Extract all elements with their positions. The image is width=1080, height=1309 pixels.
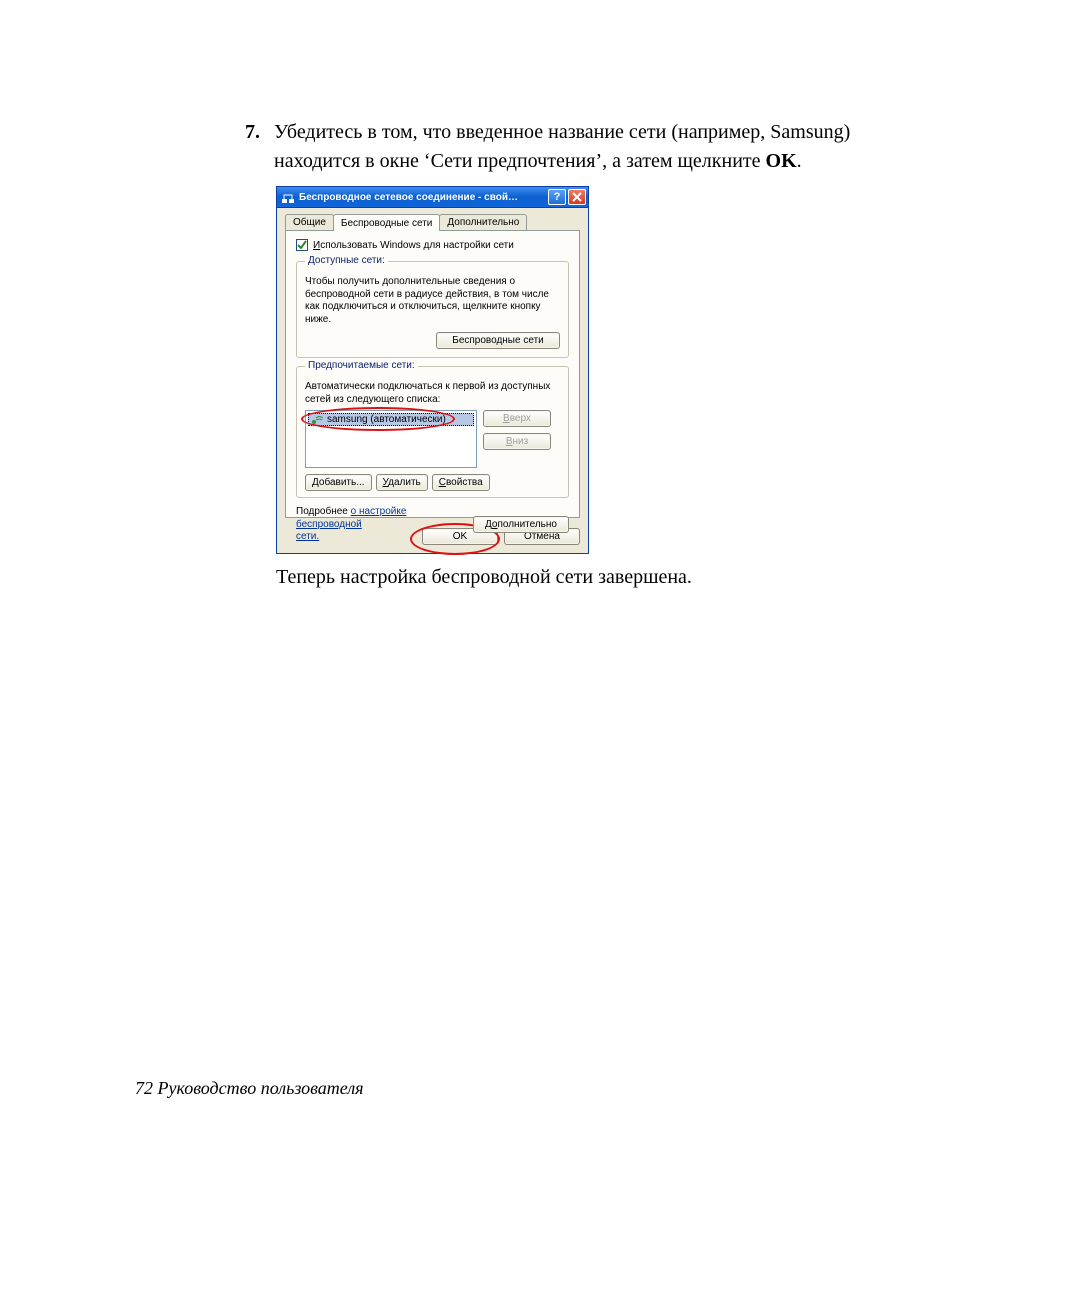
list-item[interactable]: samsung (автоматически) xyxy=(308,413,474,426)
available-legend: Доступные сети: xyxy=(305,255,388,266)
available-networks-group: Доступные сети: Чтобы получить дополните… xyxy=(296,261,569,358)
move-down-button[interactable]: Вниз xyxy=(483,433,551,450)
use-windows-checkbox[interactable] xyxy=(296,239,308,251)
list-item-label: samsung (автоматически) xyxy=(327,414,446,425)
properties-button[interactable]: Свойства xyxy=(432,474,490,491)
titlebar[interactable]: Беспроводное сетевое соединение - свой… … xyxy=(276,186,589,208)
wireless-properties-dialog: Беспроводное сетевое соединение - свой… … xyxy=(276,186,589,556)
move-up-button[interactable]: Вверх xyxy=(483,410,551,427)
step-text: Убедитесь в том, что введенное название … xyxy=(274,118,895,176)
page-footer: 72 Руководство пользователя xyxy=(135,1078,364,1099)
learn-more-link-2[interactable]: сети. xyxy=(296,531,319,542)
preferred-networks-group: Предпочитаемые сети: Автоматически подкл… xyxy=(296,366,569,498)
view-wireless-networks-button[interactable]: Беспроводные сети xyxy=(436,332,560,349)
tab-additional[interactable]: Дополнительно xyxy=(439,214,527,230)
step-number: 7. xyxy=(245,118,260,176)
wifi-icon xyxy=(310,414,323,425)
ok-label: OK xyxy=(766,150,797,172)
help-button[interactable]: ? xyxy=(548,189,566,205)
learn-more-text: Подробнее о настройке беспроводной сети. xyxy=(296,506,465,544)
remove-button[interactable]: Удалить xyxy=(376,474,428,491)
tab-strip: Общие Беспроводные сети Дополнительно xyxy=(285,214,580,230)
connection-icon xyxy=(281,190,295,204)
dialog-body: Общие Беспроводные сети Дополнительно Ис… xyxy=(276,208,589,554)
dialog-title: Беспроводное сетевое соединение - свой… xyxy=(299,192,546,203)
advanced-button[interactable]: Дополнительно xyxy=(473,516,569,533)
close-button[interactable] xyxy=(568,189,586,205)
tab-panel: Использовать Windows для настройки сети … xyxy=(285,230,580,518)
preferred-desc: Автоматически подключаться к первой из д… xyxy=(305,381,560,406)
followup-text: Теперь настройка беспроводной сети завер… xyxy=(276,563,886,591)
available-desc: Чтобы получить дополнительные сведения о… xyxy=(305,276,560,326)
add-button[interactable]: Добавить... xyxy=(305,474,372,491)
preferred-networks-list[interactable]: samsung (автоматически) xyxy=(305,410,477,468)
use-windows-row[interactable]: Использовать Windows для настройки сети xyxy=(296,239,569,251)
tab-wireless-networks[interactable]: Беспроводные сети xyxy=(333,214,440,231)
learn-more-row: Подробнее о настройке беспроводной сети.… xyxy=(296,506,569,544)
tab-general[interactable]: Общие xyxy=(285,214,334,230)
use-windows-label: Использовать Windows для настройки сети xyxy=(313,240,514,251)
preferred-legend: Предпочитаемые сети: xyxy=(305,360,418,371)
step-instruction: 7. Убедитесь в том, что введенное назван… xyxy=(245,118,895,176)
